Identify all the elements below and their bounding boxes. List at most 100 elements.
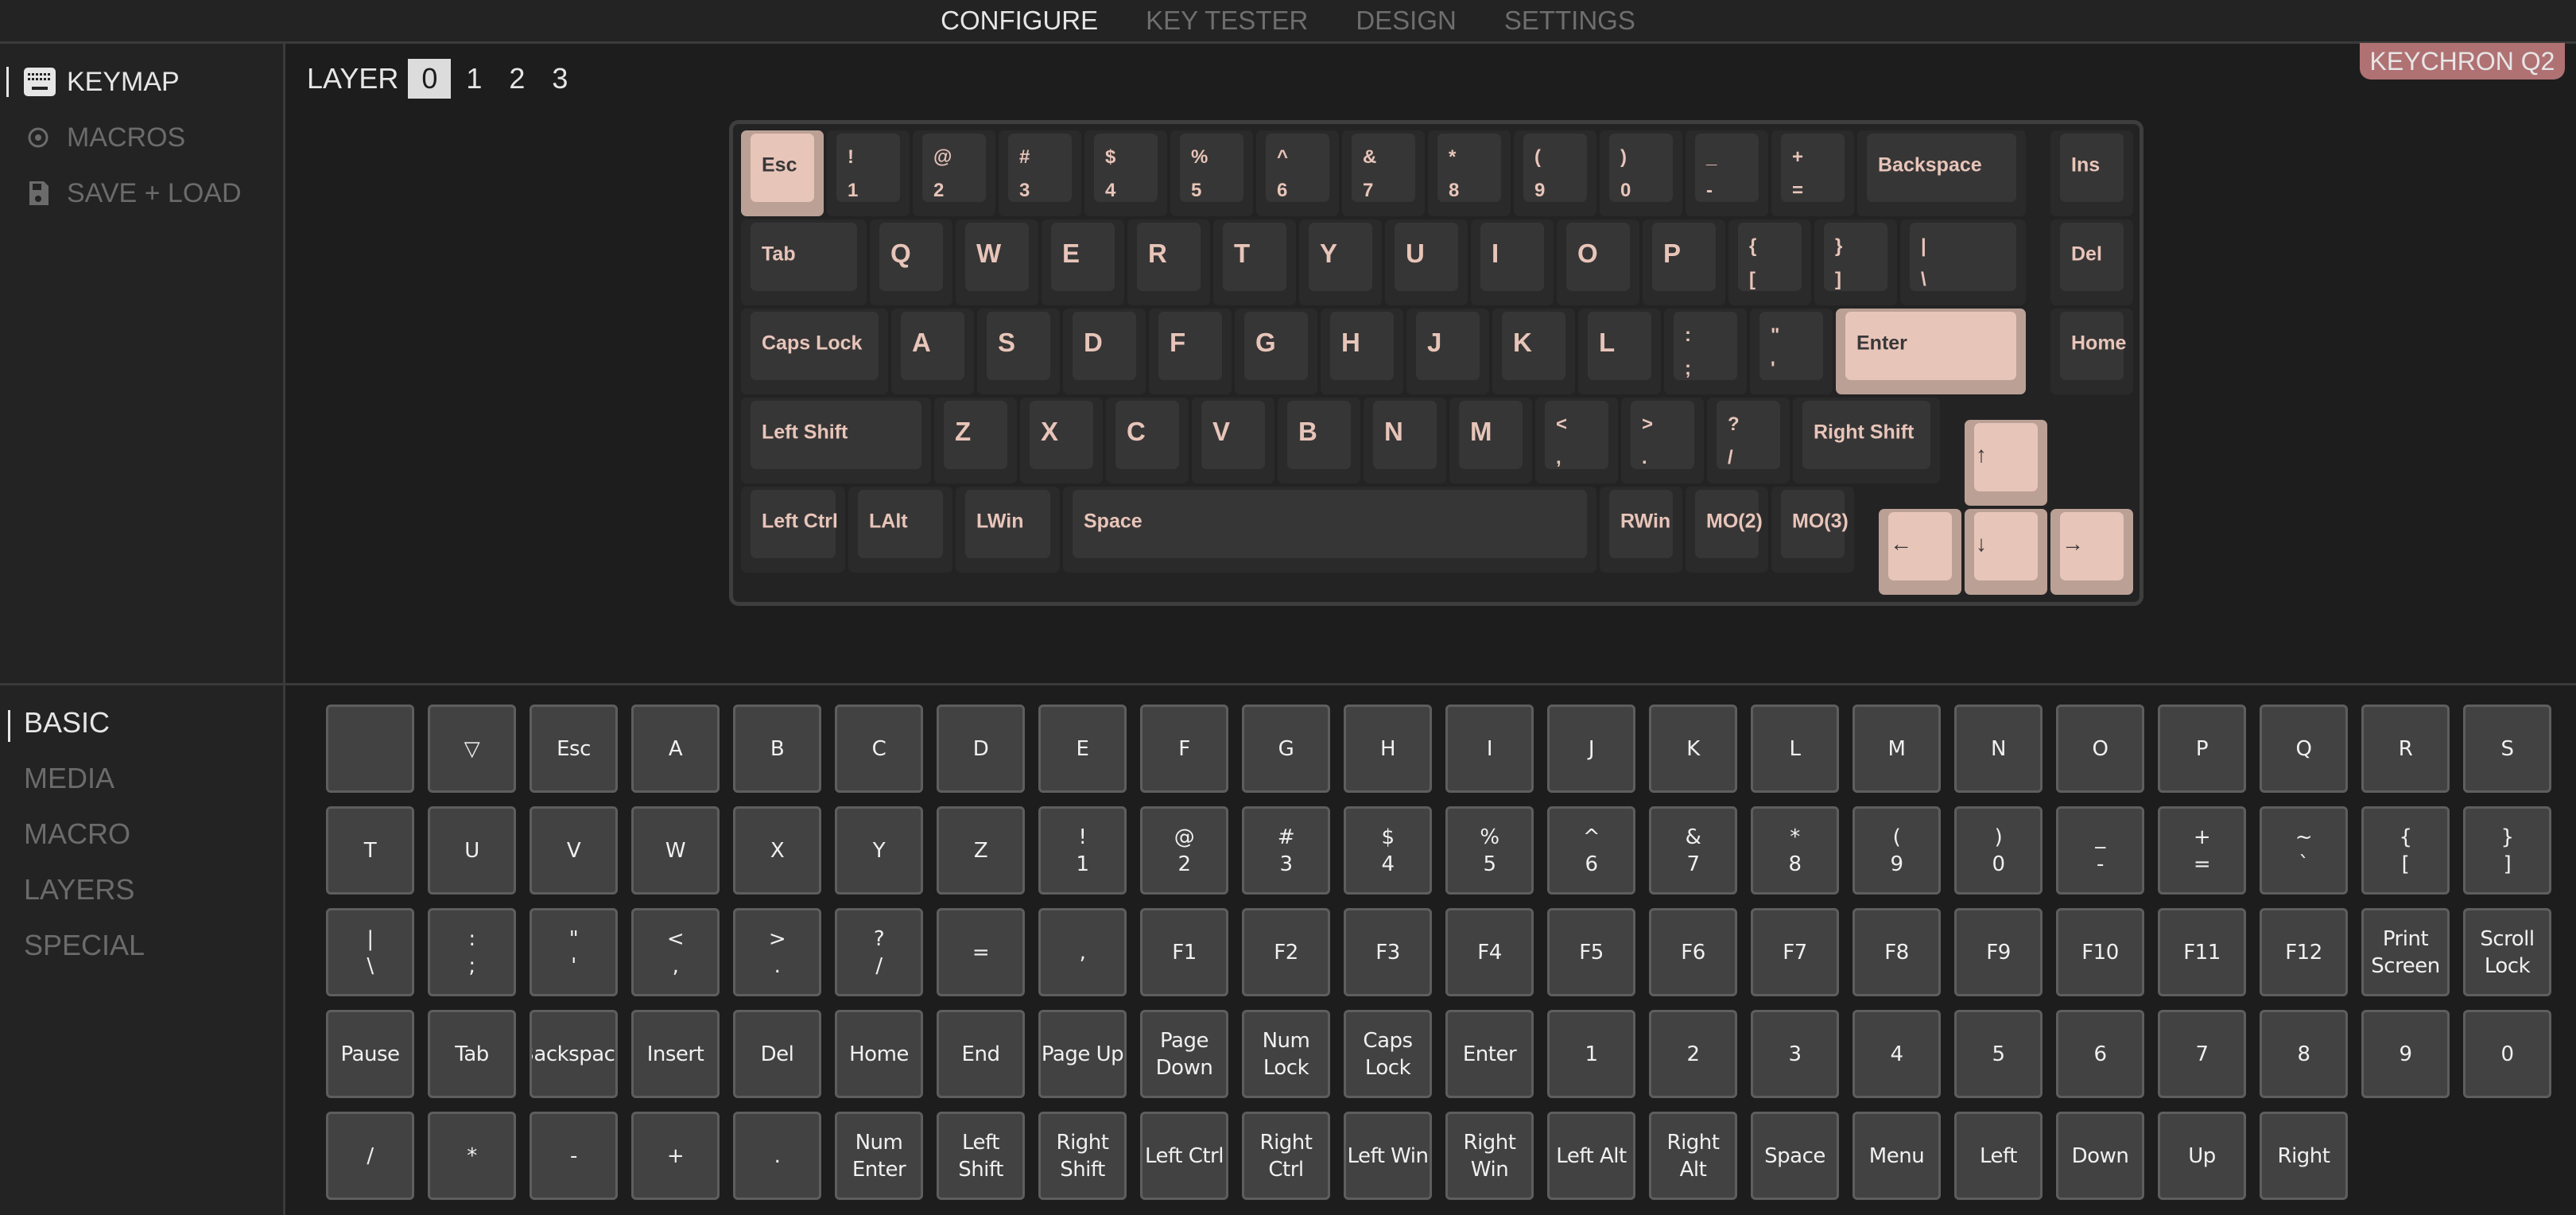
palette-key[interactable]: F xyxy=(1140,705,1228,793)
keyboard-key[interactable]: A xyxy=(891,309,974,394)
keyboard-key[interactable]: Tab xyxy=(741,219,867,305)
keyboard-key[interactable]: (9 xyxy=(1514,130,1596,216)
palette-key[interactable]: Pause xyxy=(326,1010,414,1098)
keyboard-key[interactable]: F xyxy=(1149,309,1232,394)
keyboard-key[interactable]: T xyxy=(1213,219,1296,305)
palette-key[interactable]: Left Ctrl xyxy=(1140,1112,1228,1200)
palette-key[interactable]: V xyxy=(530,806,618,895)
keyboard-key[interactable]: ^ 6 xyxy=(1256,130,1339,216)
keyboard-key[interactable]: Space xyxy=(1063,487,1596,573)
palette-key[interactable]: 0 xyxy=(2463,1010,2551,1098)
palette-key[interactable]: C xyxy=(835,705,923,793)
palette-key[interactable]: 8 xyxy=(2260,1010,2348,1098)
keyboard-key[interactable]: <, xyxy=(1535,398,1618,483)
palette-key[interactable]: Caps Lock xyxy=(1344,1010,1432,1098)
palette-key[interactable]: S xyxy=(2463,705,2551,793)
keyboard-key[interactable]: → xyxy=(2050,509,2133,595)
palette-key[interactable]: E xyxy=(1038,705,1127,793)
keyboard-key[interactable]: J xyxy=(1406,309,1489,394)
palette-key[interactable]: * xyxy=(428,1112,516,1200)
keyboard-key[interactable]: X xyxy=(1020,398,1103,483)
palette-key[interactable]: End xyxy=(937,1010,1025,1098)
palette-key[interactable]: - xyxy=(530,1112,618,1200)
keyboard-key[interactable]: LWin xyxy=(956,487,1060,573)
keyboard-key[interactable]: $4 xyxy=(1084,130,1167,216)
sidebar-item-save-load[interactable]: SAVE + LOAD xyxy=(0,173,270,213)
palette-key[interactable]: Insert xyxy=(631,1010,720,1098)
keyboard-key[interactable]: I xyxy=(1471,219,1554,305)
keyboard-key[interactable]: + = xyxy=(1771,130,1854,216)
keyboard-key[interactable]: R xyxy=(1127,219,1210,305)
keyboard-key[interactable]: B xyxy=(1278,398,1360,483)
tab-design[interactable]: DESIGN xyxy=(1356,6,1457,36)
palette-key[interactable]: % 5 xyxy=(1445,806,1534,895)
palette-key[interactable]: Backspace xyxy=(530,1010,618,1098)
keyboard-key[interactable]: L xyxy=(1578,309,1661,394)
palette-key[interactable]: @ 2 xyxy=(1140,806,1228,895)
keyboard-key[interactable]: ← xyxy=(1879,509,1961,595)
palette-key[interactable]: F9 xyxy=(1954,908,2043,996)
palette-key[interactable]: 1 xyxy=(1547,1010,1635,1098)
keyboard-key[interactable]: Y xyxy=(1299,219,1382,305)
keyboard-key[interactable]: * 8 xyxy=(1428,130,1511,216)
palette-key[interactable]: Right Win xyxy=(1445,1112,1534,1200)
palette-key[interactable]: F10 xyxy=(2056,908,2144,996)
palette-key[interactable]: ~ ` xyxy=(2260,806,2348,895)
palette-key[interactable]: Del xyxy=(733,1010,821,1098)
palette-key[interactable]: M xyxy=(1852,705,1941,793)
keyboard-key[interactable]: Left Ctrl xyxy=(741,487,845,573)
palette-key[interactable]: 3 xyxy=(1751,1010,1839,1098)
palette-key[interactable]: 5 xyxy=(1954,1010,2043,1098)
keyboard-key[interactable]: MO(3) xyxy=(1771,487,1854,573)
palette-key[interactable]: Up xyxy=(2158,1112,2246,1200)
category-media[interactable]: MEDIA xyxy=(24,762,114,795)
palette-key[interactable]: } ] xyxy=(2463,806,2551,895)
palette-key[interactable]: ! 1 xyxy=(1038,806,1127,895)
palette-key[interactable]: Left Alt xyxy=(1547,1112,1635,1200)
tab-configure[interactable]: CONFIGURE xyxy=(941,6,1098,36)
keyboard-key[interactable]: " ' xyxy=(1750,309,1833,394)
palette-key[interactable]: 4 xyxy=(1852,1010,1941,1098)
palette-key[interactable]: Print Screen xyxy=(2361,908,2450,996)
none-key-button[interactable] xyxy=(326,705,414,793)
palette-key[interactable]: * 8 xyxy=(1751,806,1839,895)
keyboard-key[interactable]: Esc xyxy=(741,130,824,216)
palette-key[interactable]: F11 xyxy=(2158,908,2246,996)
palette-key[interactable]: D xyxy=(937,705,1025,793)
keyboard-key[interactable]: ) 0 xyxy=(1600,130,1682,216)
palette-key[interactable]: _ - xyxy=(2056,806,2144,895)
palette-key[interactable]: O xyxy=(2056,705,2144,793)
palette-key[interactable]: Right xyxy=(2260,1112,2348,1200)
palette-key[interactable]: Tab xyxy=(428,1010,516,1098)
keyboard-key[interactable]: Enter xyxy=(1836,309,2026,394)
palette-key[interactable]: Right Ctrl xyxy=(1242,1112,1330,1200)
palette-key[interactable]: Num Lock xyxy=(1242,1010,1330,1098)
palette-key[interactable]: ^ 6 xyxy=(1547,806,1635,895)
keyboard-key[interactable]: Backspace xyxy=(1857,130,2026,216)
keyboard-key[interactable]: M xyxy=(1449,398,1532,483)
palette-key[interactable]: Down xyxy=(2056,1112,2144,1200)
palette-key[interactable]: Menu xyxy=(1852,1112,1941,1200)
keyboard-key[interactable]: }] xyxy=(1814,219,1897,305)
palette-key[interactable]: ( 9 xyxy=(1852,806,1941,895)
keyboard-key[interactable]: W xyxy=(956,219,1038,305)
palette-key[interactable]: Num Enter xyxy=(835,1112,923,1200)
palette-key[interactable]: " ' xyxy=(530,908,618,996)
keyboard-key[interactable]: Z xyxy=(934,398,1017,483)
palette-key[interactable]: # 3 xyxy=(1242,806,1330,895)
palette-key[interactable]: A xyxy=(631,705,720,793)
palette-key[interactable]: T xyxy=(326,806,414,895)
keyboard-key[interactable]: Caps Lock xyxy=(741,309,888,394)
palette-key[interactable]: Page Up xyxy=(1038,1010,1127,1098)
palette-key[interactable]: Left Win xyxy=(1344,1112,1432,1200)
keyboard-key[interactable]: ↓ xyxy=(1965,509,2047,595)
palette-key[interactable]: : ; xyxy=(428,908,516,996)
palette-key[interactable]: Left xyxy=(1954,1112,2043,1200)
palette-key[interactable]: 9 xyxy=(2361,1010,2450,1098)
palette-key[interactable]: . xyxy=(733,1112,821,1200)
keyboard-key[interactable]: E xyxy=(1042,219,1124,305)
keyboard-key[interactable]: & 7 xyxy=(1342,130,1425,216)
palette-key[interactable]: J xyxy=(1547,705,1635,793)
palette-key[interactable]: F3 xyxy=(1344,908,1432,996)
palette-key[interactable]: G xyxy=(1242,705,1330,793)
